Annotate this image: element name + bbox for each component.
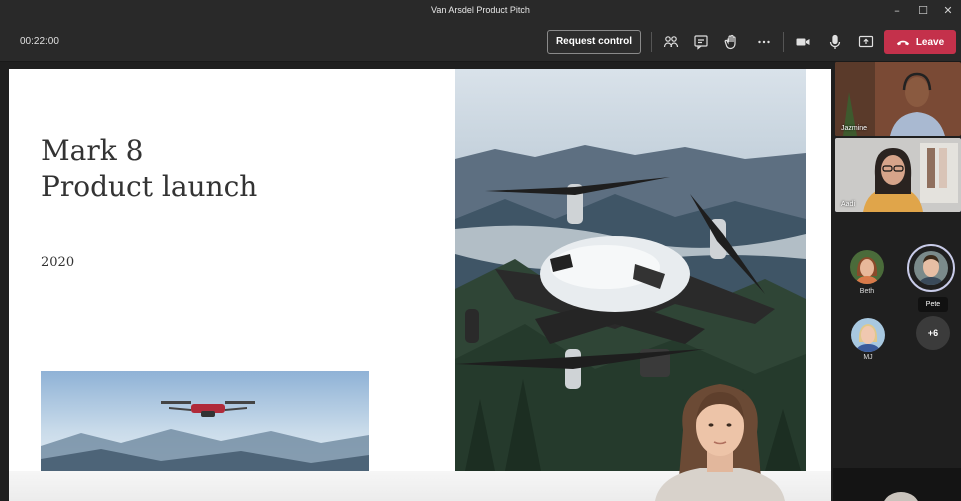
share-screen-icon[interactable] xyxy=(855,31,877,53)
avatar-label: Pete xyxy=(918,297,948,312)
phone-hangup-icon xyxy=(896,40,909,45)
minimize-icon[interactable]: – xyxy=(884,2,910,20)
request-control-button[interactable]: Request control xyxy=(547,30,641,54)
toolbar-divider xyxy=(783,32,784,52)
maximize-icon[interactable]: ☐ xyxy=(910,2,936,20)
meeting-toolbar: 00:22:00 Request control Leave xyxy=(0,22,961,62)
microphone-icon[interactable] xyxy=(824,31,846,53)
chat-icon[interactable] xyxy=(690,31,712,53)
camera-icon[interactable] xyxy=(792,31,814,53)
window-title: Van Arsdel Product Pitch xyxy=(431,5,530,15)
participant-name: Jazmine xyxy=(841,125,868,132)
avatar-beth[interactable] xyxy=(850,250,884,284)
video-tile-aadi[interactable]: Aadi xyxy=(835,138,961,212)
self-view-strip xyxy=(833,468,961,501)
avatar-pete[interactable] xyxy=(914,251,948,285)
leave-label: Leave xyxy=(915,36,945,48)
video-tile-jazmine[interactable]: Jazmine xyxy=(835,62,961,136)
participant-name: Aadi xyxy=(841,201,856,208)
meeting-timer: 00:22:00 xyxy=(20,36,59,47)
more-options-icon[interactable] xyxy=(753,31,775,53)
small-drone-photo xyxy=(41,371,369,471)
slide-title: Mark 8 Product launch xyxy=(41,134,258,203)
presenter-video xyxy=(645,370,795,501)
raise-hand-icon[interactable] xyxy=(720,31,742,53)
toolbar-divider xyxy=(651,32,652,52)
meeting-window: Van Arsdel Product Pitch – ☐ ✕ 00:22:00 … xyxy=(0,0,961,501)
leave-button[interactable]: Leave xyxy=(884,30,956,54)
slide-year: 2020 xyxy=(41,255,75,270)
avatar-label: MJ xyxy=(863,354,873,361)
more-participants-button[interactable]: +6 xyxy=(916,316,950,350)
avatar-label: Beth xyxy=(859,288,875,295)
close-icon[interactable]: ✕ xyxy=(935,2,961,20)
people-icon[interactable] xyxy=(660,31,682,53)
title-bar: Van Arsdel Product Pitch – ☐ ✕ xyxy=(0,0,961,22)
avatar-mj[interactable] xyxy=(851,318,885,352)
